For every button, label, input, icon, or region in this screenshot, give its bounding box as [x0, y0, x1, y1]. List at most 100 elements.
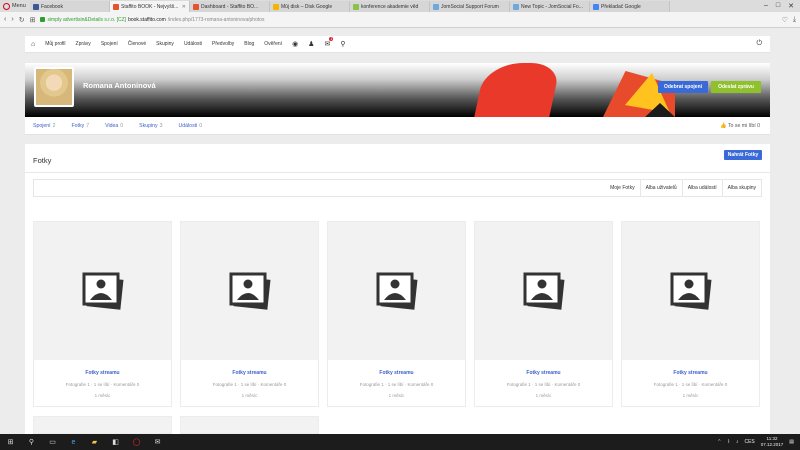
like-button[interactable]: 👍 To se mi líbí 0	[720, 123, 760, 129]
facebook-favicon-icon	[33, 3, 39, 10]
logout-power-icon[interactable]: ⏻	[756, 40, 762, 48]
album-thumbnail[interactable]	[475, 222, 612, 360]
windows-taskbar: ⊞ ⚲ ▭ e ▰ ◧ ◯ ✉ ⌃ ⌇ ♪ CES 11:32 07.12.20…	[0, 434, 800, 450]
tab-videos[interactable]: Videa 0	[105, 123, 123, 129]
clock[interactable]: 11:32 07.12.2017	[761, 436, 784, 448]
album-card[interactable]: Fotky streamu Fotografie 1 · 1 se líbí ·…	[621, 221, 760, 407]
mail-icon[interactable]: ✉ 1	[324, 37, 334, 48]
filter-user-albums[interactable]: Alba uživatelů	[639, 180, 682, 196]
upload-photos-button[interactable]: Nahrát Fotky	[724, 150, 762, 160]
album-title[interactable]: Fotky streamu	[475, 370, 612, 376]
tab-close-icon[interactable]: ✕	[182, 4, 186, 10]
tab-label: New Topic - JomSocial Fo...	[521, 3, 583, 10]
filter-event-albums[interactable]: Alba událostí	[681, 180, 722, 196]
browser-tab[interactable]: konference akademie věd	[350, 1, 430, 12]
url-field[interactable]: simply advertisin&Details s.r.o. [CZ] bo…	[40, 14, 776, 25]
album-title[interactable]: Fotky streamu	[328, 370, 465, 376]
search-icon[interactable]: ⚲	[27, 438, 36, 447]
nav-item-members[interactable]: Členové	[128, 41, 146, 47]
browser-tab-bar: Menu Facebook Staffito BOOK - Nejvyšš...…	[0, 0, 800, 12]
album-thumbnail[interactable]	[34, 222, 171, 360]
tab-label: Staffito BOOK - Nejvyšš...	[121, 3, 179, 10]
browser-tab[interactable]: Facebook	[30, 1, 110, 12]
browser-tab-active[interactable]: Staffito BOOK - Nejvyšš... ✕	[110, 1, 190, 12]
network-icon[interactable]: ⌇	[728, 439, 730, 445]
tab-label: Facebook	[41, 3, 63, 10]
photo-album-icon	[376, 272, 417, 310]
action-center-icon[interactable]: ▤	[789, 439, 794, 445]
windows-start-icon[interactable]: ⊞	[6, 438, 15, 447]
album-card[interactable]: Fotky streamu Fotografie 1 · 1 se líbí ·…	[327, 221, 466, 407]
filter-group-albums[interactable]: Alba skupiny	[721, 180, 761, 196]
browser-tab[interactable]: New Topic - JomSocial Fo...	[510, 1, 590, 12]
file-explorer-icon[interactable]: ▰	[90, 438, 99, 447]
photo-album-icon	[523, 272, 564, 310]
avatar[interactable]	[34, 67, 74, 107]
store-icon[interactable]: ◧	[111, 438, 120, 447]
album-title[interactable]: Fotky streamu	[34, 370, 171, 376]
volume-icon[interactable]: ♪	[736, 439, 739, 445]
remove-connection-button[interactable]: Odebrat spojení	[658, 81, 708, 93]
notifications-icon[interactable]: ⌃	[717, 439, 721, 445]
speed-dial-icon[interactable]: ⊞	[30, 16, 36, 24]
browser-tab[interactable]: Překladač Google	[590, 1, 670, 12]
jomsocial-favicon-icon	[513, 3, 519, 10]
page-title: Fotky	[33, 156, 52, 165]
forward-icon[interactable]: ›	[11, 16, 13, 23]
back-icon[interactable]: ‹	[4, 16, 6, 23]
album-card[interactable]: Fotky streamu Fotografie 1 · 1 se líbí ·…	[33, 221, 172, 407]
close-window-icon[interactable]: ✕	[788, 2, 794, 10]
album-thumbnail[interactable]	[622, 222, 759, 360]
album-card-partial[interactable]	[33, 416, 172, 434]
nav-item-profile[interactable]: Můj profil	[45, 41, 65, 47]
nav-item-blog[interactable]: Blog	[244, 41, 254, 47]
browser-tab[interactable]: Dashboard - Staffito BO...	[190, 1, 270, 12]
tab-groups[interactable]: Skupiny 3	[139, 123, 162, 129]
album-card-partial[interactable]	[180, 416, 319, 434]
tab-events[interactable]: Události 0	[179, 123, 203, 129]
tab-photos[interactable]: Fotky 7	[72, 123, 90, 129]
minimize-icon[interactable]: –	[764, 2, 768, 10]
keyboard-language[interactable]: CES	[744, 439, 754, 445]
photo-album-icon	[82, 272, 123, 310]
maximize-icon[interactable]: □	[776, 2, 780, 10]
browser-menu-button[interactable]: Menu	[0, 0, 30, 12]
browser-tab[interactable]: Můj disk – Disk Google	[270, 1, 350, 12]
send-message-button[interactable]: Odeslat zprávu	[711, 81, 761, 93]
home-icon[interactable]: ⌂	[31, 41, 35, 48]
album-date: 1 měsíc	[535, 393, 552, 398]
window-controls: – □ ✕	[764, 2, 800, 10]
album-meta: Fotografie 1 · 1 se líbí · Komentáře 0	[653, 382, 728, 387]
system-tray: ⌃ ⌇ ♪ CES 11:32 07.12.2017 ▤	[717, 436, 800, 448]
nav-item-groups[interactable]: Skupiny	[156, 41, 174, 47]
album-thumbnail[interactable]	[328, 222, 465, 360]
friends-icon[interactable]: ♟	[308, 40, 314, 48]
nav-item-preferences[interactable]: Předvolby	[212, 41, 234, 47]
edge-browser-icon[interactable]: e	[69, 438, 78, 447]
download-icon[interactable]: ⤓	[793, 16, 796, 24]
album-title[interactable]: Fotky streamu	[181, 370, 318, 376]
browser-tab[interactable]: JomSocial Support Forum	[430, 1, 510, 12]
reload-icon[interactable]: ↻	[19, 16, 25, 24]
search-icon[interactable]: ⚲	[340, 40, 345, 48]
globe-icon[interactable]: ◉	[292, 40, 298, 48]
album-title[interactable]: Fotky streamu	[622, 370, 759, 376]
album-meta: Fotografie 1 · 1 se líbí · Komentáře 0	[359, 382, 434, 387]
nav-item-messages[interactable]: Zprávy	[76, 41, 91, 47]
nav-item-events[interactable]: Události	[184, 41, 202, 47]
lock-icon	[40, 17, 46, 22]
opera-browser-icon[interactable]: ◯	[132, 438, 141, 447]
album-thumbnail[interactable]	[181, 222, 318, 360]
tab-label: konference akademie věd	[361, 3, 419, 10]
heart-icon[interactable]: ♡	[782, 16, 788, 24]
task-view-icon[interactable]: ▭	[48, 438, 57, 447]
album-card[interactable]: Fotky streamu Fotografie 1 · 1 se líbí ·…	[180, 221, 319, 407]
mail-app-icon[interactable]: ✉	[153, 438, 162, 447]
photo-album-icon	[670, 272, 711, 310]
nav-item-verification[interactable]: Ověření	[264, 41, 282, 47]
notification-badge: 1	[329, 37, 334, 41]
nav-item-connections[interactable]: Spojení	[101, 41, 118, 47]
filter-my-photos[interactable]: Moje Fotky	[605, 180, 639, 196]
album-card[interactable]: Fotky streamu Fotografie 1 · 1 se líbí ·…	[474, 221, 613, 407]
tab-connections[interactable]: Spojení 2	[33, 123, 56, 129]
